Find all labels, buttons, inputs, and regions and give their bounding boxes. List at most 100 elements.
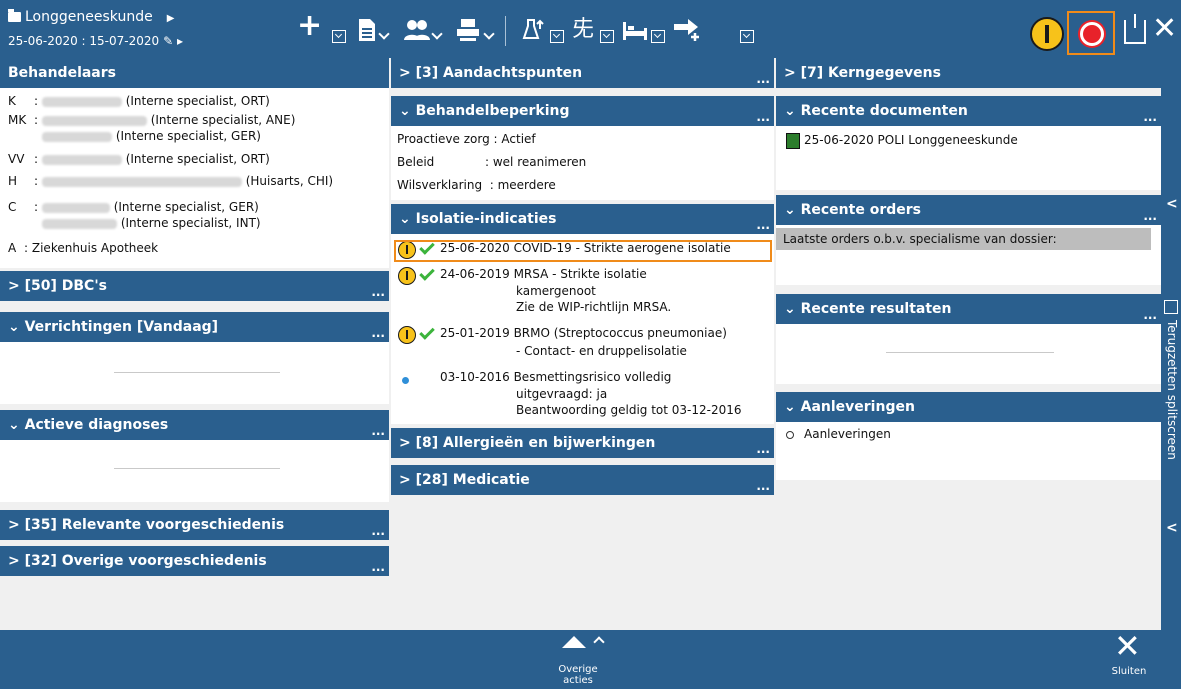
document-check-icon [786, 133, 800, 149]
relevante-header[interactable]: > [35] Relevante voorgeschiedenis... [0, 510, 389, 540]
more-actions-button[interactable]: Overige acties [556, 664, 600, 686]
more-actions-label: acties [563, 675, 593, 686]
add-dropdown-icon[interactable] [332, 30, 346, 43]
behandelaar-row: A: Ziekenhuis Apotheek [8, 241, 159, 255]
more-button[interactable]: ... [1143, 308, 1157, 322]
group-dropdown-icon[interactable] [431, 28, 443, 40]
isolatie-item-line: kamergenoot [516, 284, 596, 298]
collapse-chevron-icon: ⌄ [8, 417, 20, 433]
period-text: 25-06-2020 : 15-07-2020 [8, 34, 160, 48]
expand-chevron-icon: > [399, 65, 411, 81]
walk-icon[interactable]: 兂 [572, 18, 594, 42]
documenten-body: 25-06-2020 POLI Longgeneeskunde [776, 126, 1161, 190]
edit-pen-icon[interactable]: ✎ ▸ [163, 34, 183, 48]
bed-dropdown-icon[interactable] [651, 30, 665, 43]
isolatie-item-line: - Contact- en druppelisolatie [516, 344, 687, 358]
more-button[interactable]: ... [756, 72, 770, 86]
diagnoses-title: Actieve diagnoses [24, 417, 169, 433]
diagnoses-header[interactable]: ⌄ Actieve diagnoses... [0, 410, 389, 440]
caret-up-icon[interactable] [593, 636, 605, 648]
more-button[interactable]: ... [371, 326, 385, 340]
lab-dropdown-icon[interactable] [550, 30, 564, 43]
warning-icon [398, 326, 416, 344]
isolation-alert-button[interactable] [1067, 11, 1115, 55]
collapse-chevron-icon: ⌄ [784, 399, 796, 415]
restore-splitscreen-icon[interactable] [1164, 300, 1178, 314]
expand-chevron-icon: > [784, 65, 796, 81]
walk-dropdown-icon[interactable] [600, 30, 614, 43]
overige-header[interactable]: > [32] Overige voorgeschiedenis... [0, 546, 389, 576]
period-selector[interactable]: 25-06-2020 : 15-07-2020 ✎ ▸ [8, 34, 183, 48]
isolatie-item[interactable]: 24-06-2019 MRSA - Strikte isolatie [440, 267, 647, 281]
collapse-left-icon[interactable]: < [1166, 196, 1178, 212]
orders-header[interactable]: ⌄ Recente orders... [776, 195, 1161, 225]
info-dot-icon [402, 377, 409, 384]
isolatie-item-line: uitgevraagd: ja [516, 387, 608, 401]
verrichtingen-header[interactable]: ⌄ Verrichtingen [Vandaag]... [0, 312, 389, 342]
isolatie-header[interactable]: ⌄ Isolatie-indicaties... [391, 204, 774, 234]
more-button[interactable]: ... [756, 442, 770, 456]
isolatie-item[interactable]: 25-01-2019 BRMO (Streptococcus pneumonia… [440, 326, 727, 340]
more-button[interactable]: ... [756, 110, 770, 124]
more-button[interactable]: ... [371, 524, 385, 538]
resultaten-body [776, 324, 1161, 384]
documenten-header[interactable]: ⌄ Recente documenten... [776, 96, 1161, 126]
relevante-title: [35] Relevante voorgeschiedenis [24, 517, 285, 533]
aandacht-header[interactable]: > [3] Aandachtspunten... [391, 58, 774, 88]
up-arrow-icon[interactable] [562, 636, 586, 648]
resultaten-header[interactable]: ⌄ Recente resultaten... [776, 294, 1161, 324]
more-button[interactable]: ... [371, 285, 385, 299]
verrichtingen-body [0, 342, 389, 404]
behandelaars-header[interactable]: Behandelaars [0, 58, 389, 88]
close-icon[interactable]: ✕ [1152, 14, 1177, 44]
warning-icon[interactable] [1030, 17, 1064, 51]
aanlevering-item[interactable]: Aanleveringen [804, 427, 891, 441]
transfer-dropdown-icon[interactable] [740, 30, 754, 43]
splitscreen-side-tab[interactable]: < Terugzetten splitscreen < [1161, 58, 1181, 630]
beperking-header[interactable]: ⌄ Behandelbeperking... [391, 96, 774, 126]
isolatie-item[interactable]: 03-10-2016 Besmettingsrisico volledig [440, 370, 671, 384]
more-button[interactable]: ... [756, 479, 770, 493]
dbc-header[interactable]: > [50] DBC's... [0, 271, 389, 301]
lab-icon[interactable] [522, 18, 546, 42]
top-toolbar: Longgeneeskunde ▶ 25-06-2020 : 15-07-2020… [0, 0, 1181, 58]
empty-divider [114, 372, 280, 373]
bullet-circle-icon [786, 431, 794, 439]
isolatie-item-line: Beantwoording geldig tot 03-12-2016 [516, 403, 742, 417]
overige-title: [32] Overige voorgeschiedenis [24, 553, 267, 569]
document-dropdown-icon[interactable] [378, 28, 390, 40]
document-icon[interactable] [358, 18, 376, 42]
collapse-chevron-icon: ⌄ [399, 103, 411, 119]
virus-icon [1080, 22, 1104, 46]
printer-icon[interactable] [456, 18, 480, 42]
check-icon [419, 265, 435, 281]
printer-dropdown-icon[interactable] [483, 28, 495, 40]
beperking-row: Beleid: wel reanimeren [397, 155, 587, 169]
group-icon[interactable] [404, 18, 430, 42]
close-button[interactable]: Sluiten [1109, 666, 1149, 677]
bed-icon[interactable] [622, 18, 648, 42]
allergie-header[interactable]: > [8] Allergieën en bijwerkingen... [391, 428, 774, 458]
medicatie-header[interactable]: > [28] Medicatie... [391, 465, 774, 495]
beperking-row: Proactieve zorg : Actief [397, 132, 536, 146]
close-icon[interactable]: ✕ [1114, 630, 1141, 662]
medicatie-title: [28] Medicatie [415, 472, 530, 488]
dbc-title: [50] DBC's [24, 278, 107, 294]
more-button[interactable]: ... [1143, 110, 1157, 124]
more-button[interactable]: ... [756, 218, 770, 232]
add-icon[interactable]: + [297, 11, 322, 41]
behandelaars-title: Behandelaars [8, 65, 116, 81]
breadcrumb[interactable]: Longgeneeskunde ▶ [8, 9, 174, 25]
more-button[interactable]: ... [1143, 209, 1157, 223]
collapse-left-icon[interactable]: < [1166, 520, 1178, 536]
folder-icon [8, 9, 21, 22]
transfer-icon[interactable] [673, 18, 703, 42]
aanleveringen-header[interactable]: ⌄ Aanleveringen [776, 392, 1161, 422]
exit-icon[interactable] [1124, 14, 1146, 44]
document-item[interactable]: 25-06-2020 POLI Longgeneeskunde [804, 133, 1018, 147]
more-button[interactable]: ... [371, 424, 385, 438]
behandelaars-body: K: (Interne specialist, ORT) MK: (Intern… [0, 88, 389, 268]
behandelaar-row: C: (Interne specialist, GER) [8, 200, 259, 214]
kerngegevens-header[interactable]: > [7] Kerngegevens [776, 58, 1161, 88]
more-button[interactable]: ... [371, 560, 385, 574]
